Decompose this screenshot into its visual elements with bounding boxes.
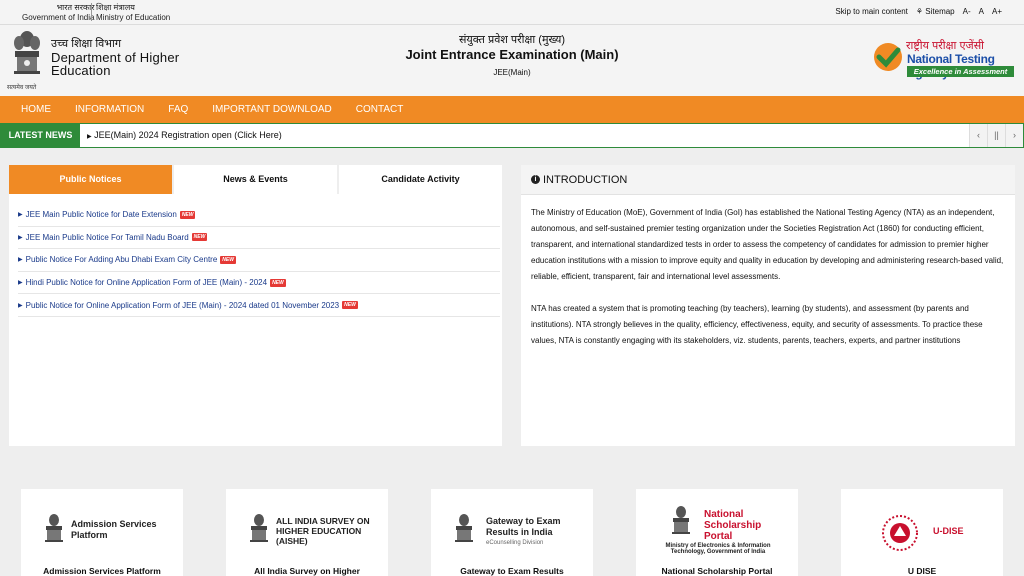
- card-national-scholarship[interactable]: National Scholarship Portal Ministry of …: [636, 489, 798, 576]
- card-logo-text: National Scholarship Portal: [704, 509, 762, 542]
- nta-tagline: Excellence in Assessment: [907, 66, 1014, 77]
- page-subtitle: JEE(Main): [493, 68, 531, 77]
- font-normal-button[interactable]: A: [979, 7, 984, 16]
- caret-right-icon: ▶: [18, 212, 23, 219]
- ticker-controls: ‹ || ›: [969, 124, 1023, 147]
- national-emblem-icon: [45, 514, 63, 542]
- introduction-header: i INTRODUCTION: [521, 165, 1015, 195]
- divider: [91, 3, 92, 21]
- national-emblem-icon: [672, 506, 690, 534]
- government-of-india: भारत सरकार Government of India: [22, 3, 94, 23]
- emblem-motto: सत्यमेव जयते: [7, 85, 37, 91]
- font-decrease-button[interactable]: A-: [963, 7, 971, 16]
- page-title-hindi: संयुक्त प्रवेश परीक्षा (मुख्य): [458, 34, 566, 46]
- font-increase-button[interactable]: A+: [992, 7, 1002, 16]
- main-nav: HOME INFORMATION FAQ IMPORTANT DOWNLOAD …: [0, 96, 1024, 123]
- tab-public-notices[interactable]: Public Notices: [9, 165, 172, 194]
- ticker-next-button[interactable]: ›: [1005, 124, 1023, 147]
- ministry-of-education: शिक्षा मंत्रालय Ministry of Education: [96, 3, 170, 23]
- nav-information[interactable]: INFORMATION: [75, 104, 144, 115]
- sitemap-link[interactable]: ⚘ Sitemap: [916, 7, 955, 16]
- card-logo-subtext: Ministry of Electronics & Information Te…: [665, 543, 771, 555]
- card-title: All India Survey on Higher: [254, 566, 360, 576]
- latest-news-label: LATEST NEWS: [1, 124, 80, 147]
- national-emblem-icon: [455, 514, 473, 542]
- dhe-logo[interactable]: उच्च शिक्षा विभाग Department of Higher E…: [51, 38, 179, 77]
- card-logo-text: U-DISE: [933, 526, 964, 536]
- intro-paragraph-1: The Ministry of Education (MoE), Governm…: [531, 208, 1004, 281]
- nav-contact[interactable]: CONTACT: [356, 104, 404, 115]
- introduction-panel: i INTRODUCTION The Ministry of Education…: [521, 165, 1015, 446]
- notice-text: JEE Main Public Notice For Tamil Nadu Bo…: [25, 232, 189, 242]
- notices-tabs: Public Notices News & Events Candidate A…: [9, 165, 502, 194]
- sitemap-icon: ⚘: [915, 7, 924, 16]
- notice-text: Public Notice For Adding Abu Dhabi Exam …: [25, 255, 218, 265]
- moe-english: Ministry of Education: [96, 13, 171, 22]
- nta-hindi: राष्ट्रीय परीक्षा एजेंसी: [906, 40, 984, 52]
- ticker-pause-button[interactable]: ||: [987, 124, 1005, 147]
- site-header: सत्यमेव जयते उच्च शिक्षा विभाग Departmen…: [0, 25, 1024, 96]
- national-emblem-icon: [14, 31, 40, 74]
- new-badge: NEW: [191, 233, 208, 242]
- notice-text: JEE Main Public Notice for Date Extensio…: [25, 210, 177, 220]
- top-utility-bar: भारत सरकार Government of India शिक्षा मं…: [0, 0, 1024, 25]
- notice-text: Hindi Public Notice for Online Applicati…: [25, 278, 268, 288]
- card-title: U DISE: [907, 566, 937, 576]
- gov-hindi: भारत सरकार: [56, 3, 95, 12]
- new-badge: NEW: [179, 210, 196, 219]
- list-item[interactable]: ▶ JEE Main Public Notice For Tamil Nadu B…: [18, 227, 500, 250]
- news-item[interactable]: ▶ JEE(Main) 2024 Registration open (Clic…: [87, 130, 282, 140]
- gov-english: Government of India: [22, 13, 95, 22]
- list-item[interactable]: ▶ Public Notice for Online Application Fo…: [18, 294, 500, 317]
- nav-home[interactable]: HOME: [21, 104, 51, 115]
- card-title: Gateway to Exam Results: [460, 566, 564, 576]
- card-udise[interactable]: U-DISE U DISE: [841, 489, 1003, 576]
- notice-list: ▶ JEE Main Public Notice for Date Extensi…: [18, 204, 500, 317]
- moe-hindi: शिक्षा मंत्रालय: [96, 3, 135, 12]
- news-item-label: JEE(Main) 2024 Registration open (Click …: [94, 130, 282, 140]
- new-badge: NEW: [220, 255, 236, 264]
- utility-links: Skip to main content ⚘ Sitemap A- A A+: [835, 7, 1002, 16]
- list-item[interactable]: ▶ JEE Main Public Notice for Date Extensi…: [18, 204, 500, 227]
- national-emblem-icon: [250, 514, 268, 542]
- card-logo-text: Gateway to Exam Results in India: [486, 516, 561, 537]
- card-logo-subtext: eCounselling Division: [486, 540, 544, 546]
- caret-right-icon: ▶: [87, 134, 92, 140]
- card-title: Admission Services Platform: [43, 566, 161, 576]
- card-admission-services[interactable]: Admission Services Platform Admission Se…: [21, 489, 183, 576]
- caret-right-icon: ▶: [18, 280, 23, 287]
- skip-to-main-link[interactable]: Skip to main content: [835, 7, 907, 16]
- notices-panel: Public Notices News & Events Candidate A…: [9, 165, 502, 446]
- caret-right-icon: ▶: [18, 257, 23, 264]
- new-badge: NEW: [270, 278, 286, 287]
- list-item[interactable]: ▶ Public Notice For Adding Abu Dhabi Exam…: [18, 249, 500, 272]
- nta-check-icon[interactable]: [872, 41, 904, 73]
- tab-news-events[interactable]: News & Events: [174, 165, 337, 194]
- new-badge: NEW: [342, 301, 358, 310]
- nav-important-download[interactable]: IMPORTANT DOWNLOAD: [212, 104, 331, 115]
- dhe-english-line2: Education: [51, 63, 111, 78]
- info-icon: i: [531, 175, 540, 184]
- sitemap-label: Sitemap: [925, 7, 955, 16]
- card-gateway-exam-results[interactable]: Gateway to Exam Results in India eCounse…: [431, 489, 593, 576]
- card-title: National Scholarship Portal: [661, 566, 773, 576]
- caret-right-icon: ▶: [18, 302, 23, 309]
- card-logo-text: Admission Services Platform: [71, 519, 157, 540]
- udise-logo-icon: [882, 515, 918, 551]
- notice-text: Public Notice for Online Application For…: [25, 300, 340, 310]
- introduction-body: The Ministry of Education (MoE), Governm…: [531, 205, 1006, 365]
- caret-right-icon: ▶: [18, 234, 23, 241]
- page-title: Joint Entrance Examination (Main): [405, 47, 619, 62]
- list-item[interactable]: ▶ Hindi Public Notice for Online Applicat…: [18, 272, 500, 295]
- ticker-prev-button[interactable]: ‹: [969, 124, 987, 147]
- tab-candidate-activity[interactable]: Candidate Activity: [339, 165, 502, 194]
- card-logo-text: ALL INDIA SURVEY ON HIGHER EDUCATION (AI…: [276, 516, 370, 546]
- intro-paragraph-2: NTA has created a system that is promoti…: [531, 304, 983, 345]
- introduction-title: INTRODUCTION: [543, 174, 628, 186]
- latest-news-ticker: LATEST NEWS ▶ JEE(Main) 2024 Registratio…: [0, 123, 1024, 148]
- nav-faq[interactable]: FAQ: [168, 104, 188, 115]
- card-aishe[interactable]: ALL INDIA SURVEY ON HIGHER EDUCATION (AI…: [226, 489, 388, 576]
